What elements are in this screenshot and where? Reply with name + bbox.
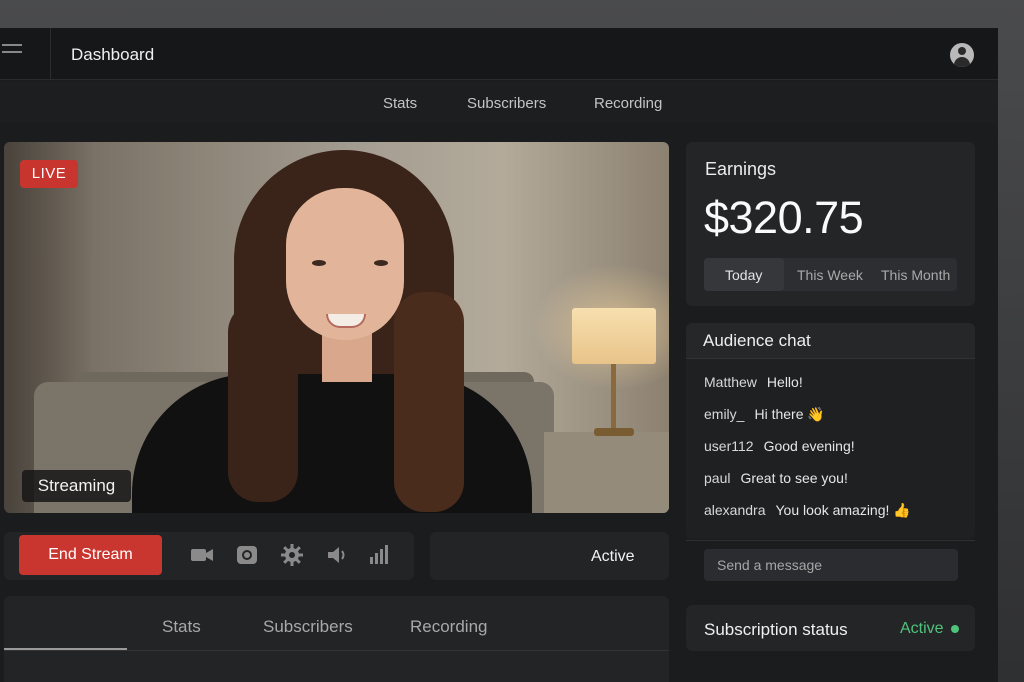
chat-text: You look amazing! 👍 bbox=[776, 502, 911, 518]
chat-message-input[interactable] bbox=[704, 549, 958, 581]
bottom-tab-subscribers[interactable]: Subscribers bbox=[263, 617, 353, 637]
video-lamp-base bbox=[594, 428, 634, 436]
chat-title: Audience chat bbox=[703, 331, 811, 351]
status-dot-icon bbox=[951, 625, 959, 633]
chat-username: emily_ bbox=[704, 406, 744, 422]
record-icon[interactable] bbox=[235, 543, 259, 567]
chat-username: Matthew bbox=[704, 374, 757, 390]
video-eye-right bbox=[374, 260, 388, 266]
bottom-tab-stats[interactable]: Stats bbox=[162, 617, 201, 637]
top-bar: Dashboard bbox=[0, 28, 998, 80]
subscription-title: Subscription status bbox=[704, 620, 848, 640]
streaming-status-label: Streaming bbox=[22, 470, 131, 502]
top-bar-divider bbox=[50, 28, 51, 80]
bottom-tab-panel bbox=[4, 596, 669, 682]
chat-username: paul bbox=[704, 470, 730, 486]
end-stream-button[interactable]: End Stream bbox=[19, 535, 162, 575]
period-this-week[interactable]: This Week bbox=[797, 267, 863, 283]
earnings-amount: $320.75 bbox=[704, 192, 863, 244]
chat-message: Matthew Hello! bbox=[704, 374, 803, 390]
signal-bars-icon[interactable] bbox=[368, 543, 392, 567]
period-today[interactable]: Today bbox=[725, 267, 762, 283]
chat-message: paul Great to see you! bbox=[704, 470, 848, 486]
secondary-nav: Stats Subscribers Recording bbox=[0, 81, 998, 123]
hamburger-icon[interactable] bbox=[2, 44, 24, 62]
subscription-status-text: Active bbox=[900, 620, 944, 638]
tab-recording[interactable]: Recording bbox=[594, 95, 662, 112]
chat-text: Hi there 👋 bbox=[754, 406, 824, 422]
chat-text: Hello! bbox=[767, 374, 803, 390]
chat-message: alexandra You look amazing! 👍 bbox=[704, 502, 911, 519]
video-side-table bbox=[544, 432, 669, 513]
tab-stats[interactable]: Stats bbox=[383, 95, 417, 112]
chat-text: Great to see you! bbox=[740, 470, 847, 486]
user-avatar-icon[interactable] bbox=[950, 43, 974, 67]
chat-text: Good evening! bbox=[764, 438, 855, 454]
video-shirt bbox=[132, 374, 532, 513]
earnings-title: Earnings bbox=[705, 159, 776, 180]
chat-username: alexandra bbox=[704, 502, 766, 518]
bottom-tab-recording[interactable]: Recording bbox=[410, 617, 488, 637]
chat-username: user112 bbox=[704, 438, 754, 454]
chat-message: user112 Good evening! bbox=[704, 438, 855, 454]
video-lamp-stem bbox=[611, 364, 616, 430]
page-title: Dashboard bbox=[71, 45, 154, 65]
live-badge: LIVE bbox=[20, 160, 78, 188]
volume-icon[interactable] bbox=[325, 543, 349, 567]
video-hair-right bbox=[394, 292, 464, 512]
stream-state-label: Active bbox=[591, 548, 635, 566]
chat-message: emily_ Hi there 👋 bbox=[704, 406, 825, 423]
camera-icon[interactable] bbox=[190, 543, 214, 567]
gear-icon[interactable] bbox=[280, 543, 304, 567]
video-hair-left bbox=[228, 302, 298, 502]
active-tab-indicator bbox=[4, 648, 127, 650]
video-lamp-shade bbox=[572, 308, 656, 364]
chat-divider bbox=[686, 540, 975, 541]
live-video-feed bbox=[4, 142, 669, 513]
video-eye-left bbox=[312, 260, 326, 266]
bottom-tab-divider bbox=[4, 650, 669, 651]
period-this-month[interactable]: This Month bbox=[881, 267, 950, 283]
tab-subscribers[interactable]: Subscribers bbox=[467, 95, 546, 112]
